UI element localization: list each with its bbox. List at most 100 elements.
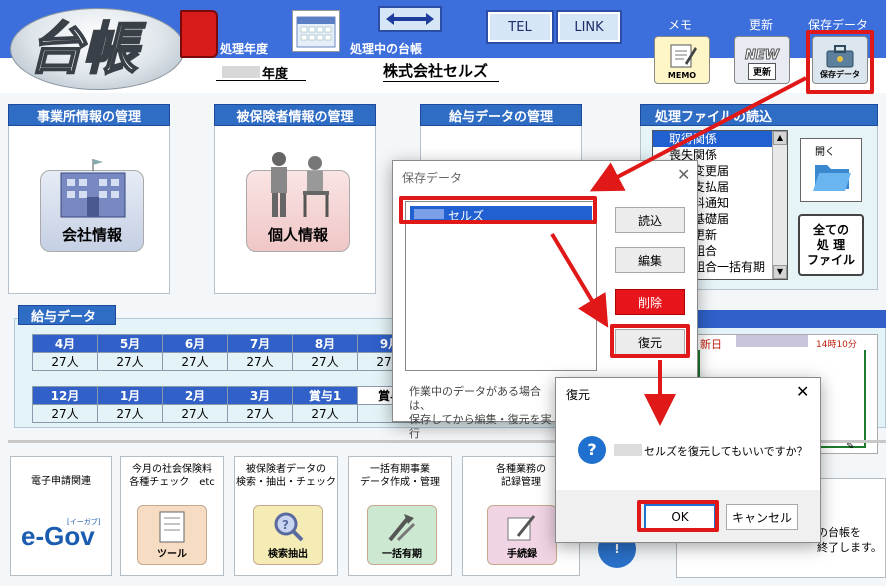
salary-table-row2: 12月 1月 2月 3月 賞与1 賞与 27人 27人 27人 27人 27人: [32, 386, 423, 423]
insured-search-title: 被保険者データの 検索・抽出・チェック: [236, 464, 336, 488]
file-list-scrollbar[interactable]: ▲ ▼: [772, 131, 787, 279]
company-name: 株式会社セルズ: [383, 60, 499, 82]
month-cell[interactable]: 1月: [97, 386, 163, 405]
list-item-highlight: [399, 196, 597, 224]
procedure-record-button[interactable]: 手続録: [487, 505, 557, 565]
company-info-button[interactable]: 会社情報: [40, 159, 144, 252]
restore-dialog-title: 復元: [566, 388, 591, 402]
status-bar: [690, 310, 886, 328]
month-cell[interactable]: 3月: [227, 386, 293, 405]
edit-button[interactable]: 編集: [615, 247, 685, 273]
memo-icon-text: MEMO: [667, 71, 697, 80]
month-cell[interactable]: 8月: [292, 334, 358, 353]
header: 台帳 処理年度 処理中の台帳 TEL LINK メモ MEMO 更新 NEW 更…: [0, 0, 886, 94]
year-underline: [216, 80, 306, 81]
e-gov-logo-sub: [イーガブ]: [67, 518, 101, 526]
save-dialog-close-icon[interactable]: ✕: [677, 165, 690, 184]
date-redacted: [736, 335, 808, 347]
tools-icon: [388, 514, 416, 542]
delete-button[interactable]: 削除: [615, 289, 685, 315]
file-list-item-selected[interactable]: 取得関係: [653, 131, 787, 147]
update-icon-text: 更新: [747, 63, 776, 80]
office-panel-title: 事業所情報の管理: [8, 104, 170, 126]
restore-message: セルズを復元してもいいですか？: [644, 445, 808, 458]
magnifier-icon: ?: [274, 512, 304, 542]
svg-text:?: ?: [282, 518, 289, 532]
insured-search-panel: 被保険者データの 検索・抽出・チェック ? 検索抽出: [234, 456, 338, 576]
procedure-record-label: 手続録: [507, 549, 537, 560]
personal-info-button[interactable]: 個人情報: [246, 152, 350, 252]
file-read-panel-title: 処理ファイルの読込: [640, 104, 878, 126]
tool-label: ツール: [157, 549, 187, 560]
search-extract-label: 検索抽出: [268, 549, 308, 560]
month-cell[interactable]: 4月: [32, 334, 98, 353]
link-button[interactable]: LINK: [556, 10, 622, 44]
count-cell: 27人: [97, 352, 163, 371]
restore-dialog-close-icon[interactable]: ✕: [796, 382, 809, 401]
lump-sum-title: 一括有期事業 データ作成・管理: [360, 464, 440, 488]
all-files-button[interactable]: 全ての 処 理 ファイル: [798, 214, 864, 276]
insured-panel-title: 被保険者情報の管理: [214, 104, 376, 126]
logo-text: 台帳: [27, 15, 139, 83]
count-cell: 27人: [292, 404, 358, 423]
count-cell: 27人: [32, 352, 98, 371]
month-cell[interactable]: 7月: [227, 334, 293, 353]
month-cell[interactable]: 12月: [32, 386, 98, 405]
e-filing-panel: 電子申請関連 e-Gov [イーガブ]: [10, 456, 112, 576]
count-cell: 27人: [292, 352, 358, 371]
count-cell: 27人: [227, 404, 293, 423]
read-button[interactable]: 読込: [615, 207, 685, 233]
month-cell[interactable]: 5月: [97, 334, 163, 353]
hand-pen-icon: [507, 515, 536, 541]
salary-mgmt-panel-title: 給与データの管理: [420, 104, 582, 126]
people-icon: [271, 152, 329, 217]
save-dialog-title: 保存データ: [402, 171, 463, 185]
calendar-icon[interactable]: [292, 10, 340, 52]
tool-button[interactable]: ツール: [137, 505, 207, 565]
restore-button-highlight: [610, 324, 690, 358]
lump-sum-button[interactable]: 一括有期: [367, 505, 437, 565]
scroll-down-icon[interactable]: ▼: [773, 265, 787, 279]
search-extract-button[interactable]: ? 検索抽出: [253, 505, 323, 565]
processing-ledger-label: 処理中の台帳: [350, 42, 423, 56]
time-value: 14時10分: [816, 340, 857, 350]
update-new-text: NEW: [744, 48, 780, 64]
memo-button[interactable]: MEMO: [654, 36, 710, 84]
memo-icon: [670, 44, 697, 68]
personal-info-label: 個人情報: [267, 226, 328, 244]
tel-button[interactable]: TEL: [486, 10, 554, 44]
count-cell: 27人: [162, 404, 228, 423]
month-cell[interactable]: 2月: [162, 386, 228, 405]
scroll-up-icon[interactable]: ▲: [773, 131, 787, 145]
open-file-button[interactable]: 開く: [800, 138, 862, 202]
save-dialog-note: 作業中のデータがある場合は、 保存してから編集・復元を実行: [409, 385, 552, 440]
save-data-highlight: [806, 30, 874, 94]
count-cell: 27人: [162, 352, 228, 371]
swap-arrows-icon: [386, 13, 434, 25]
message-redacted: [614, 444, 642, 456]
office-building-icon: [60, 159, 126, 218]
ledger-book-icon: [180, 10, 218, 58]
lump-sum-label: 一括有期: [382, 549, 422, 560]
memo-label: メモ: [668, 18, 693, 32]
ok-button-highlight: [637, 500, 719, 532]
cancel-button[interactable]: キャンセル: [726, 504, 798, 530]
e-filing-title: 電子申請関連: [31, 476, 91, 487]
lump-sum-panel: 一括有期事業 データ作成・管理 一括有期: [348, 456, 452, 576]
swap-arrows-button[interactable]: [378, 6, 442, 32]
clipboard-icon: [159, 511, 185, 543]
open-folder-icon: [813, 165, 851, 191]
monthly-check-panel: 今月の社会保険料 各種チェック etc ツール: [120, 456, 224, 576]
save-data-list[interactable]: セルズ: [405, 201, 597, 371]
month-cell[interactable]: 6月: [162, 334, 228, 353]
salary-table-row1: 4月 5月 6月 7月 8月 9月 27人 27人 27人 27人 27人 27人: [32, 334, 423, 371]
month-cell[interactable]: 賞与1: [292, 386, 358, 405]
exit-text: の台帳を 終了します。: [817, 526, 882, 554]
salary-data-title: 給与データ: [18, 305, 116, 325]
update-button[interactable]: NEW 更新: [734, 36, 790, 84]
count-cell: 27人: [32, 404, 98, 423]
year-redacted: [222, 66, 260, 78]
monthly-check-title: 今月の社会保険料 各種チェック etc: [129, 464, 215, 488]
count-cell: 27人: [227, 352, 293, 371]
company-info-label: 会社情報: [61, 226, 122, 244]
